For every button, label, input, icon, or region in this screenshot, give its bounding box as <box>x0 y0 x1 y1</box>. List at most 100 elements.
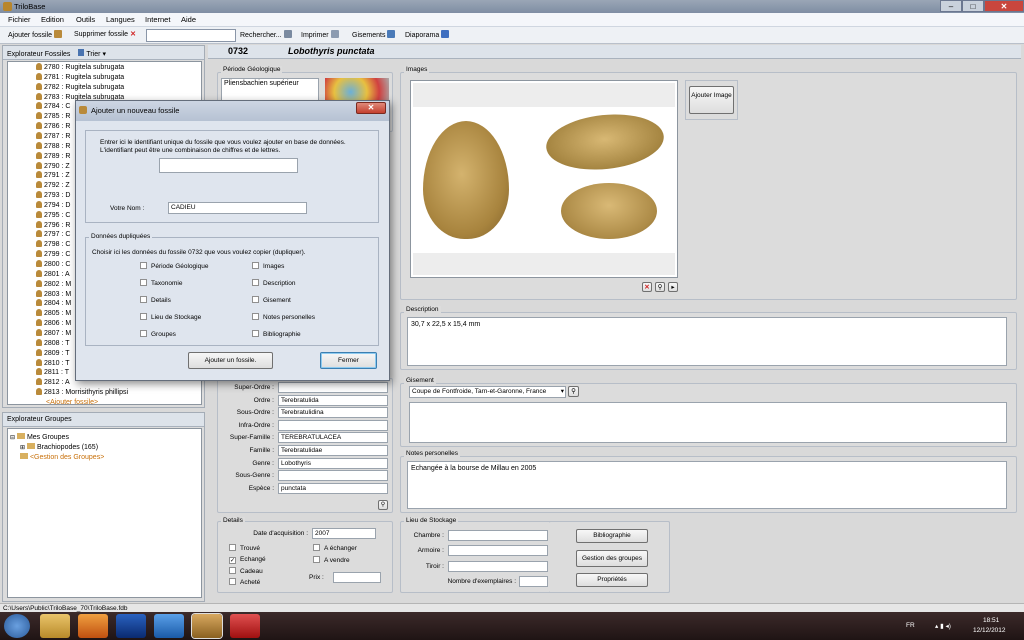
price-field[interactable] <box>333 572 381 583</box>
close-button[interactable]: ✕ <box>984 0 1024 12</box>
tree-item-fossil[interactable]: 2798 : C <box>36 240 70 250</box>
duplicate-option-checkbox[interactable]: Groupes <box>140 330 176 338</box>
tree-item-fossil[interactable]: 2802 : M <box>36 279 71 290</box>
tree-item-fossil[interactable]: 2807 : M <box>36 328 71 339</box>
minimize-button[interactable]: – <box>940 0 962 12</box>
fossil-image-viewer[interactable] <box>410 80 678 278</box>
tree-item-fossil[interactable]: 2785 : R <box>36 112 70 122</box>
tree-item-fossil[interactable]: 2786 : R <box>36 122 70 132</box>
delete-fossil-button[interactable]: Supprimer fossile ✕ <box>74 30 136 38</box>
tree-item-fossil[interactable]: 2804 : M <box>36 299 71 309</box>
app-taskbar-icon[interactable] <box>230 614 260 638</box>
menu-langues[interactable]: Langues <box>106 15 135 24</box>
search-button[interactable]: Rechercher... <box>240 30 292 39</box>
add-fossil-confirm-button[interactable]: Ajouter un fossile. <box>188 352 273 369</box>
tree-item-fossil[interactable]: 2782 : Rugitela subrugata <box>36 82 124 93</box>
my-groups-node[interactable]: ⊟ Mes Groupes <box>10 433 69 441</box>
gift-checkbox[interactable]: Cadeau <box>229 567 263 575</box>
duplicate-option-checkbox[interactable]: Période Géologique <box>140 262 208 270</box>
fossil-id-input[interactable] <box>159 158 298 173</box>
drawer-field[interactable] <box>448 561 548 572</box>
tree-item-fossil[interactable]: 2787 : R <box>36 131 70 142</box>
menu-fichier[interactable]: Fichier <box>8 15 31 24</box>
cabinet-field[interactable] <box>448 545 548 556</box>
duplicate-option-checkbox[interactable]: Notes personelles <box>252 313 315 321</box>
trilobase-taskbar-icon[interactable] <box>192 614 222 638</box>
tree-item-fossil[interactable]: 2799 : C <box>36 250 70 260</box>
tree-item-fossil[interactable]: 2806 : M <box>36 319 71 329</box>
clock-date[interactable]: 12/12/2012 <box>973 627 1006 634</box>
sort-button[interactable]: Trier ▾ <box>78 49 106 58</box>
tree-item-fossil[interactable]: 2812 : A <box>36 378 70 388</box>
notes-field[interactable]: Echangée à la bourse de Millau en 2005 <box>407 461 1007 509</box>
internet-explorer-taskbar-icon[interactable] <box>154 614 184 638</box>
tree-item-fossil[interactable]: 2803 : M <box>36 289 71 300</box>
tree-item-fossil[interactable]: 2805 : M <box>36 309 71 319</box>
tree-item-fossil[interactable]: 2809 : T <box>36 348 70 359</box>
brachiopods-node[interactable]: ⊞ Brachiopodes (165) <box>20 443 98 451</box>
taxonomy-search-button[interactable]: ⚲ <box>378 500 388 510</box>
zoom-image-icon[interactable]: ⚲ <box>655 282 665 292</box>
tree-item-fossil[interactable]: 2810 : T <box>36 358 70 369</box>
deposits-button[interactable]: Gisements <box>352 30 396 39</box>
media-player-taskbar-icon[interactable] <box>78 614 108 638</box>
add-image-button[interactable]: Ajouter Image <box>689 86 734 114</box>
copies-field[interactable] <box>519 576 548 587</box>
tree-item-fossil[interactable]: 2790 : Z <box>36 161 70 172</box>
tree-item-fossil[interactable]: 2788 : R <box>36 141 70 152</box>
tray-icons[interactable]: ▴ ▮ ◂) <box>935 622 951 630</box>
toolbar-search-input[interactable] <box>146 29 236 42</box>
tree-item-fossil[interactable]: 2795 : C <box>36 210 70 221</box>
found-checkbox[interactable]: Trouvé <box>229 544 260 552</box>
tree-item-fossil[interactable]: 2811 : T <box>36 368 69 378</box>
menu-outils[interactable]: Outils <box>76 15 95 24</box>
slideshow-button[interactable]: Diaporama <box>405 30 450 39</box>
taxonomy-field[interactable]: Lobothyris <box>278 457 388 469</box>
description-field[interactable]: 30,7 x 22,5 x 15,4 mm <box>407 317 1007 366</box>
explorer-taskbar-icon[interactable] <box>40 614 70 638</box>
start-button[interactable] <box>4 614 30 638</box>
tree-item-fossil[interactable]: 2792 : Z <box>36 181 70 191</box>
bibliography-button[interactable]: Bibliographie <box>576 529 648 543</box>
tree-item-fossil[interactable]: 2791 : Z <box>36 171 70 181</box>
to-sell-checkbox[interactable]: A vendre <box>313 556 350 564</box>
tree-item-fossil[interactable]: 2796 : R <box>36 220 70 231</box>
tree-item-fossil[interactable]: 2797 : C <box>36 230 70 240</box>
tree-item-fossil[interactable]: 2813 : Morrisithyris phillipsi <box>36 388 128 398</box>
manage-groups-link[interactable]: <Gestion des Groupes> <box>20 453 104 461</box>
taxonomy-field[interactable]: Terebratulidae <box>278 445 388 456</box>
duplicate-option-checkbox[interactable]: Details <box>140 296 171 304</box>
maximize-button[interactable]: □ <box>962 0 984 12</box>
duplicate-option-checkbox[interactable]: Images <box>252 262 284 270</box>
manage-groups-button[interactable]: Gestion des groupes <box>576 550 648 567</box>
tree-item-fossil[interactable]: 2784 : C <box>36 102 70 112</box>
duplicate-option-checkbox[interactable]: Taxonomie <box>140 279 182 287</box>
next-image-icon[interactable]: ▸ <box>668 282 678 292</box>
language-indicator[interactable]: FR <box>906 622 915 629</box>
tree-item-fossil[interactable]: 2808 : T <box>36 338 70 349</box>
delete-image-icon[interactable]: ✕ <box>642 282 652 292</box>
add-fossil-tree-link[interactable]: <Ajouter fossile> <box>46 398 98 404</box>
tree-item-fossil[interactable]: 2794 : D <box>36 200 70 211</box>
taxonomy-field[interactable]: TEREBRATULACEA <box>278 432 388 444</box>
tree-item-fossil[interactable]: 2789 : R <box>36 151 70 162</box>
print-button[interactable]: Imprimer <box>301 30 339 39</box>
menu-edition[interactable]: Edition <box>41 15 64 24</box>
group-tree[interactable]: ⊟ Mes Groupes ⊞ Brachiopodes (165) <Gest… <box>7 428 202 598</box>
taxonomy-field[interactable] <box>278 470 388 482</box>
taxonomy-field[interactable] <box>278 419 388 431</box>
taxonomy-field[interactable]: Terebratulida <box>278 394 388 406</box>
deposit-search-button[interactable]: ⚲ <box>568 386 579 397</box>
taxonomy-field[interactable]: punctata <box>278 482 388 494</box>
properties-button[interactable]: Propriétés <box>576 573 648 587</box>
duplicate-option-checkbox[interactable]: Description <box>252 279 296 287</box>
acquisition-date-field[interactable]: 2007 <box>312 528 376 539</box>
your-name-input[interactable]: CADIEU <box>168 202 307 214</box>
taxonomy-field[interactable]: Terebratulidina <box>278 407 388 419</box>
photoshop-taskbar-icon[interactable] <box>116 614 146 638</box>
menu-aide[interactable]: Aide <box>181 15 196 24</box>
deposit-details-field[interactable] <box>409 402 1007 443</box>
dialog-close-button[interactable]: ✕ <box>356 102 386 114</box>
tree-item-fossil[interactable]: 2793 : D <box>36 191 70 201</box>
tree-item-fossil[interactable]: 2780 : Rugitela subrugata <box>36 63 124 73</box>
